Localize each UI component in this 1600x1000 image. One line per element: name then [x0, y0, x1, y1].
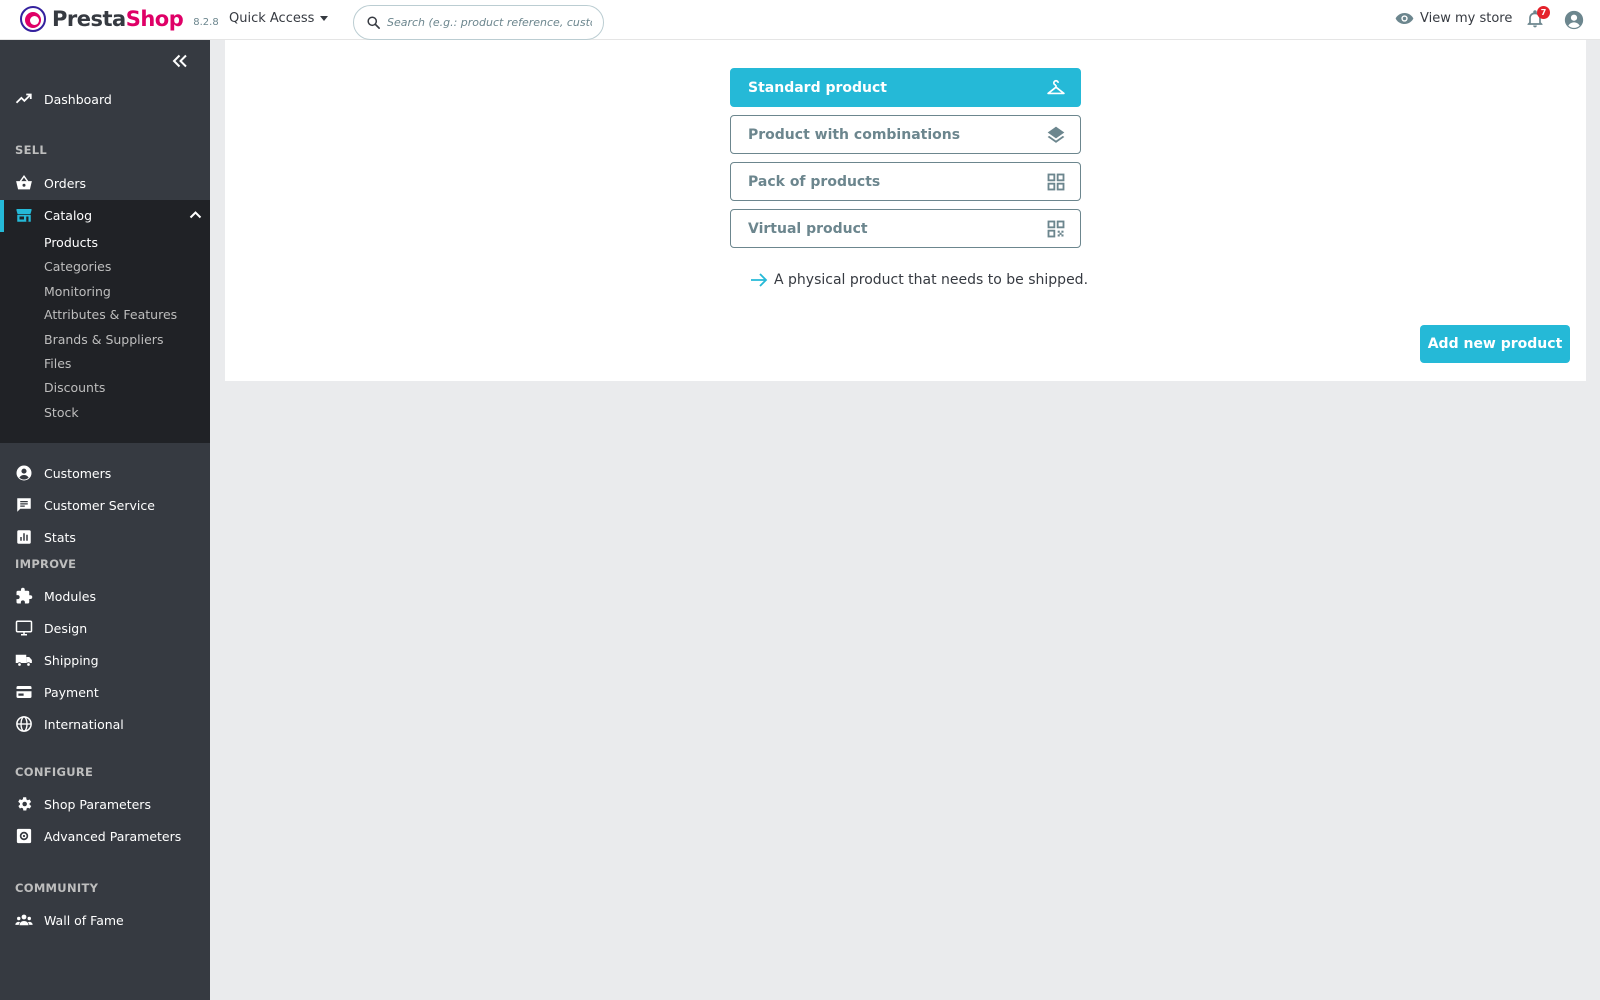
sidebar-item-customer-service[interactable]: Customer Service — [0, 490, 210, 520]
sidebar-item-label: Orders — [44, 175, 87, 191]
sidebar-subitem-categories[interactable]: Categories — [44, 259, 111, 274]
quick-access-dropdown[interactable]: Quick Access — [229, 11, 329, 26]
shopping-basket-icon — [16, 174, 32, 190]
sidebar-subitem-brands-suppliers[interactable]: Brands & Suppliers — [44, 332, 163, 347]
add-new-product-button[interactable]: Add new product — [1420, 325, 1570, 363]
sidebar-item-wall-of-fame[interactable]: Wall of Fame — [0, 905, 210, 935]
sidebar-item-dashboard[interactable]: Dashboard — [0, 84, 210, 114]
search-icon — [367, 16, 380, 29]
people-group-icon — [15, 914, 33, 926]
sidebar-subitem-products[interactable]: Products — [44, 235, 98, 250]
gear-icon — [18, 797, 32, 811]
section-title-sell: SELL — [15, 143, 47, 157]
sidebar-nav: Dashboard SELL Orders Catalog Products C… — [0, 40, 210, 1000]
sidebar-subitem-discounts[interactable]: Discounts — [44, 380, 105, 395]
product-type-virtual-button[interactable]: Virtual product — [730, 209, 1081, 248]
sidebar-subitem-stock[interactable]: Stock — [44, 405, 79, 420]
prestashop-logo[interactable]: PrestaShop 8.2.8 — [20, 6, 219, 32]
account-circle-icon — [1564, 10, 1584, 30]
employee-account-button[interactable] — [1563, 9, 1585, 31]
product-type-label: Pack of products — [748, 173, 881, 190]
sidebar-item-label: Catalog — [44, 207, 93, 223]
sidebar-item-shop-parameters[interactable]: Shop Parameters — [0, 789, 210, 819]
section-title-improve: IMPROVE — [15, 557, 77, 571]
sidebar-item-shipping[interactable]: Shipping — [0, 645, 210, 675]
view-my-store-label: View my store — [1420, 11, 1513, 26]
catalog-submenu-block: Catalog Products Categories Monitoring A… — [0, 200, 210, 443]
quick-access-label: Quick Access — [229, 11, 315, 26]
product-type-description-text: A physical product that needs to be ship… — [774, 272, 1089, 288]
logo-text: PrestaShop — [52, 7, 184, 31]
desktop-monitor-icon — [15, 620, 33, 636]
sidebar-item-label: Advanced Parameters — [44, 828, 182, 844]
sidebar-item-label: Shop Parameters — [44, 796, 151, 812]
bar-chart-icon — [17, 530, 31, 544]
product-type-label: Standard product — [748, 79, 887, 96]
sidebar-subitem-monitoring[interactable]: Monitoring — [44, 284, 111, 299]
sidebar-item-modules[interactable]: Modules — [0, 581, 210, 611]
product-type-pack-button[interactable]: Pack of products — [730, 162, 1081, 201]
notification-count-badge: 7 — [1537, 6, 1550, 19]
sidebar-item-label: Wall of Fame — [44, 912, 124, 928]
sidebar-item-label: Design — [44, 620, 88, 636]
top-header: PrestaShop 8.2.8 Quick Access View my st… — [0, 0, 1600, 40]
double-chevron-left-icon — [172, 54, 187, 68]
product-type-standard-button[interactable]: Standard product — [730, 68, 1081, 107]
sidebar-subitem-files[interactable]: Files — [44, 356, 71, 371]
layers-icon — [1047, 126, 1065, 143]
sidebar-item-label: Customers — [44, 465, 112, 481]
chat-bubble-icon — [17, 498, 31, 512]
sidebar-item-label: Stats — [44, 529, 76, 545]
sidebar-subitem-attributes-features[interactable]: Attributes & Features — [44, 307, 177, 322]
sidebar-item-label: Payment — [44, 684, 99, 700]
sidebar-item-advanced-parameters[interactable]: Advanced Parameters — [0, 821, 210, 851]
sidebar-item-label: Shipping — [44, 652, 99, 668]
truck-icon — [15, 654, 32, 667]
collapse-sidebar-button[interactable] — [171, 53, 193, 69]
prestashop-logo-icon — [20, 6, 46, 32]
grid-icon — [1047, 173, 1065, 191]
globe-icon — [16, 716, 32, 732]
version-label: 8.2.8 — [193, 16, 219, 28]
sidebar-item-payment[interactable]: Payment — [0, 677, 210, 707]
product-type-description: A physical product that needs to be ship… — [750, 272, 1088, 288]
eye-icon — [1395, 12, 1414, 25]
sidebar-item-catalog[interactable]: Catalog — [0, 200, 210, 230]
account-circle-icon — [16, 465, 32, 481]
sidebar-item-stats[interactable]: Stats — [0, 522, 210, 552]
qr-code-icon — [1047, 220, 1065, 238]
logo-text-shop: Shop — [125, 7, 184, 31]
trending-up-icon — [15, 93, 32, 104]
sidebar-item-design[interactable]: Design — [0, 613, 210, 643]
sidebar-item-label: International — [44, 716, 124, 732]
credit-card-icon — [16, 686, 32, 698]
logo-text-presta: Presta — [52, 7, 126, 31]
caret-down-icon — [320, 16, 329, 21]
product-type-label: Virtual product — [748, 220, 868, 237]
sidebar-item-international[interactable]: International — [0, 709, 210, 739]
view-my-store-link[interactable]: View my store — [1395, 11, 1512, 26]
product-type-label: Product with combinations — [748, 126, 961, 143]
section-title-configure: CONFIGURE — [15, 765, 94, 779]
arrow-right-icon — [751, 273, 768, 287]
product-type-selection-panel: Standard product Product with combinatio… — [225, 40, 1586, 381]
sidebar-item-label: Modules — [44, 588, 96, 604]
section-title-community: COMMUNITY — [15, 881, 99, 895]
search-input[interactable] — [387, 16, 592, 29]
store-icon — [16, 209, 32, 222]
sidebar-item-orders[interactable]: Orders — [0, 168, 210, 198]
sidebar-item-label: Customer Service — [44, 497, 155, 513]
puzzle-piece-icon — [16, 587, 33, 604]
sidebar-item-label: Dashboard — [44, 91, 112, 107]
notifications-button[interactable]: 7 — [1525, 6, 1550, 31]
chevron-up-icon — [189, 211, 202, 219]
search-bar[interactable] — [353, 5, 604, 40]
product-type-combinations-button[interactable]: Product with combinations — [730, 115, 1081, 154]
settings-box-icon — [16, 828, 32, 844]
sidebar-item-customers[interactable]: Customers — [0, 458, 210, 488]
hanger-icon — [1047, 79, 1065, 95]
